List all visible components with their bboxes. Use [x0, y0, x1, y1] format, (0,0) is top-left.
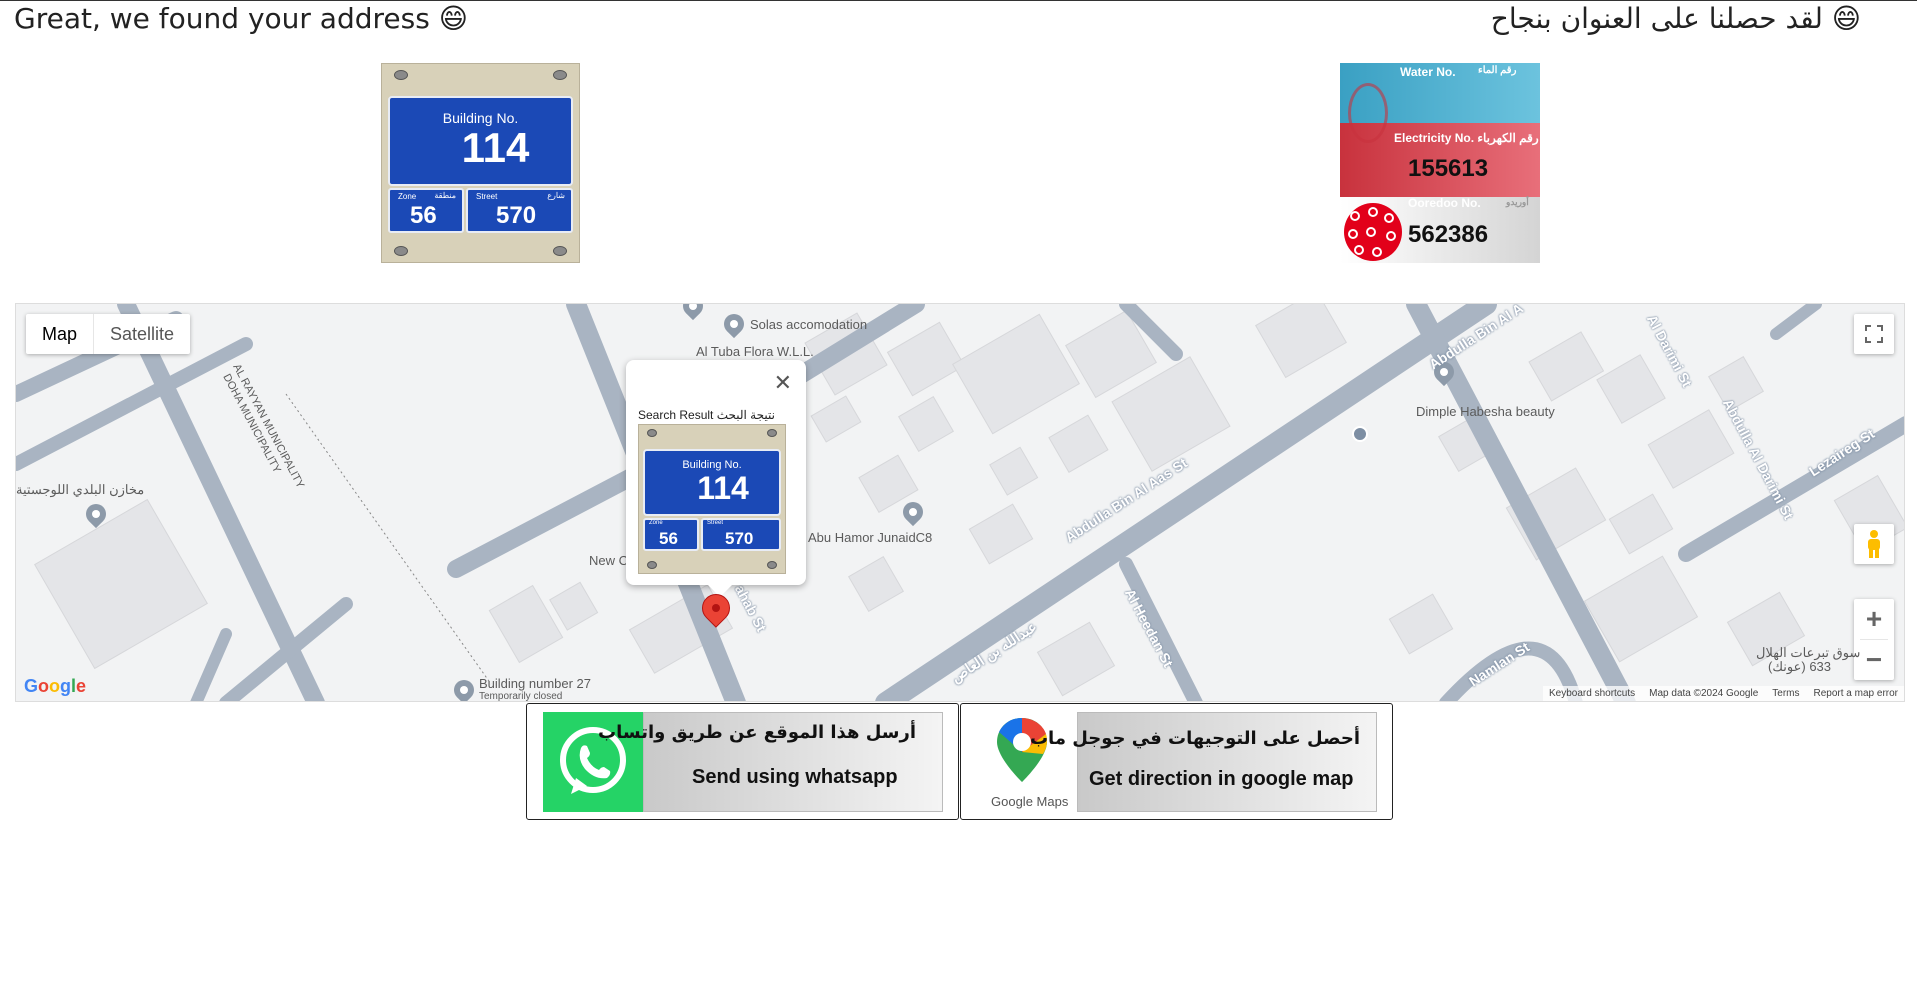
plate-zone-label: Zone: [398, 192, 417, 201]
ooredoo-number: 562386: [1408, 221, 1489, 248]
electricity-number: 155613: [1408, 155, 1489, 182]
plate-street-no: 570: [496, 202, 537, 229]
place-municipal-ar[interactable]: مخازن البلدي اللوجستية: [16, 482, 144, 498]
plate-street-label-ar: شارع: [547, 191, 565, 200]
map-roads-layer: [16, 304, 1904, 701]
utility-numbers-image: Water No. رقم الماء Electricity No. رقم …: [1340, 63, 1540, 263]
street-view-pegman-button[interactable]: [1854, 524, 1894, 564]
google-logo[interactable]: Google: [24, 676, 86, 697]
plate-building-no: 114: [461, 124, 530, 171]
zoom-in-button[interactable]: +: [1854, 599, 1894, 639]
place-building27[interactable]: Building number 27: [479, 676, 591, 691]
bus-stop-icon[interactable]: [1352, 426, 1368, 442]
ooredoo-logo-icon: [1344, 203, 1402, 261]
building-plate-thumbnail: Building No. 114 Zone 56 Street 570: [638, 424, 786, 574]
top-divider: [0, 0, 1917, 1]
plate-street-label: Street: [476, 192, 498, 201]
place-dimple[interactable]: Dimple Habesha beauty: [1416, 404, 1555, 419]
place-hilal-no: 633 (عونك): [1768, 659, 1832, 674]
place-abu-hamor[interactable]: Abu Hamor JunaidC8: [808, 530, 932, 545]
fullscreen-button[interactable]: [1854, 314, 1894, 354]
place-new-c[interactable]: New C: [589, 553, 628, 568]
close-icon[interactable]: ✕: [774, 370, 792, 396]
page-title-ar: 😄 لقد حصلنا على العنوان بنجاح: [1490, 2, 1861, 35]
search-result-infowindow: ✕ Search Result نتيجة البحث Building No.…: [626, 360, 806, 597]
google-maps-directions-button[interactable]: Google Maps أحصل على التوجيهات في جوجل م…: [960, 703, 1393, 820]
water-label-ar: رقم الماء: [1478, 65, 1517, 76]
keyboard-shortcuts-link[interactable]: Keyboard shortcuts: [1549, 688, 1635, 699]
building-plate-image: Building No. 114 Zone منطقة 56 Street شا…: [381, 63, 580, 263]
google-maps-logo-text: Google Maps: [991, 794, 1069, 809]
gmaps-label-en: Get direction in google map: [1089, 768, 1354, 790]
zoom-control[interactable]: + −: [1854, 599, 1894, 680]
pegman-icon: [1868, 530, 1880, 558]
google-maps-icon: Google Maps: [967, 712, 1077, 812]
ooredoo-label: Ooredoo No.: [1408, 196, 1481, 210]
send-whatsapp-button[interactable]: أرسل هذا الموقع عن طريق واتساب Send usin…: [526, 703, 959, 820]
map-data-text: Map data ©2024 Google: [1649, 688, 1759, 699]
thumb-street-no: 570: [725, 529, 754, 548]
water-drop-icon: [1348, 83, 1388, 143]
map-type-satellite-button[interactable]: Satellite: [94, 314, 190, 354]
thumb-plate-building-no: 114: [697, 470, 749, 506]
gmaps-label-ar: أحصل على التوجيهات في جوجل ماب: [1029, 728, 1360, 749]
plate-zone-no: 56: [410, 202, 437, 229]
thumb-zone-label: Zone: [649, 520, 663, 526]
place-tuba[interactable]: Al Tuba Flora W.L.L.: [696, 344, 814, 359]
plate-zone-label-ar: منطقة: [434, 191, 456, 200]
place-temp-closed: Temporarily closed: [479, 691, 563, 702]
whatsapp-label-en: Send using whatsapp: [692, 766, 898, 788]
fullscreen-icon: [1865, 325, 1883, 343]
page-title-en: Great, we found your address 😄: [14, 2, 468, 35]
google-map[interactable]: Map Satellite + − Solas accomodation Al …: [15, 303, 1905, 702]
map-type-control[interactable]: Map Satellite: [26, 314, 191, 354]
terms-link[interactable]: Terms: [1772, 688, 1799, 699]
infowindow-title: Search Result نتيجة البحث: [638, 408, 775, 422]
thumb-street-label: Street: [707, 520, 724, 526]
whatsapp-label-ar: أرسل هذا الموقع عن طريق واتساب: [598, 722, 916, 743]
map-footer: Keyboard shortcuts Map data ©2024 Google…: [1542, 686, 1904, 701]
water-label: Water No.: [1400, 65, 1456, 79]
report-error-link[interactable]: Report a map error: [1814, 688, 1898, 699]
place-solas[interactable]: Solas accomodation: [750, 317, 867, 332]
ooredoo-label-ar: أوريدو: [1506, 197, 1529, 207]
thumb-zone-no: 56: [659, 529, 678, 548]
map-type-map-button[interactable]: Map: [26, 314, 95, 354]
electricity-label: Electricity No. رقم الكهرباء: [1394, 131, 1539, 145]
